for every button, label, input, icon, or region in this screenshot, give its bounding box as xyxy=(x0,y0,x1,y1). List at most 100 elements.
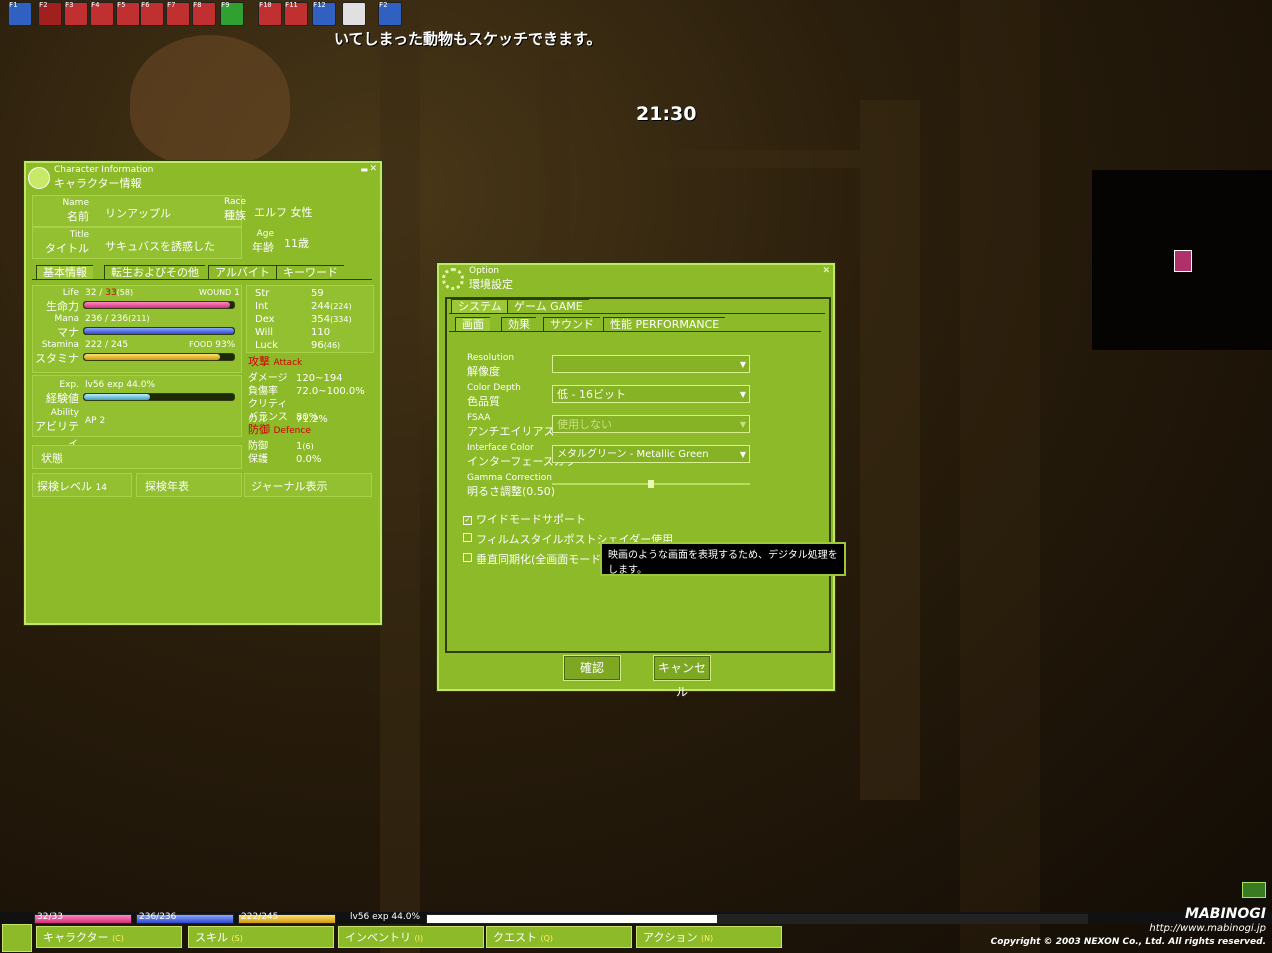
option-checkbox[interactable]: ✓ ワイドモードサポート xyxy=(463,511,586,527)
exp-label: 経験値 xyxy=(46,392,79,405)
ok-button[interactable]: 確認 xyxy=(563,655,621,681)
option-sub-tabs: 画面 効果 サウンド 性能 PERFORMANCE xyxy=(449,317,821,332)
race-label: 種族 xyxy=(224,209,246,222)
hotkey-slot[interactable]: F9 xyxy=(220,1,244,26)
tab-display[interactable]: 画面 xyxy=(455,317,490,331)
hotkey-slot[interactable] xyxy=(342,2,366,26)
window-title: キャラクター情報 xyxy=(54,177,142,190)
main-menu-button[interactable] xyxy=(2,924,32,952)
gamma-label-en: Gamma Correction xyxy=(467,473,552,483)
hotkey-slot[interactable]: F5 xyxy=(116,1,140,26)
hotkey-slot[interactable]: F3 xyxy=(64,1,88,26)
hotkey-slot[interactable]: F4 xyxy=(90,1,114,26)
option-checkbox[interactable]: 垂直同期化(全画面モード xyxy=(463,551,601,567)
explore-year-label: 探検年表 xyxy=(145,480,189,493)
gamma-label: 明るさ調整(0.50) xyxy=(467,485,556,498)
hotkey-slot[interactable]: F7 xyxy=(166,1,190,26)
menu-button[interactable]: クエスト (Q) xyxy=(486,926,632,948)
menu-hotkey: (C) xyxy=(112,934,124,943)
attributes-panel: Str 59 Int 244(224) Dex 354(334) Will 110 Luck 96… xyxy=(246,285,374,353)
hotkey-slot[interactable]: F12 xyxy=(312,1,336,26)
hotkey-number: F8 xyxy=(193,1,202,9)
attack-row: 負傷率 72.0~100.0% xyxy=(248,382,372,397)
explore-year-button[interactable]: 探検年表 xyxy=(136,473,242,497)
hotkey-number: F6 xyxy=(141,1,150,9)
hotkey-slot[interactable]: F2 xyxy=(378,1,402,26)
menu-button[interactable]: インベントリ (I) xyxy=(338,926,484,948)
menu-button[interactable]: アクション (N) xyxy=(636,926,782,948)
stamina-value: 222 / 245 xyxy=(85,340,129,350)
attack-panel: 攻撃 Attack ダメージ 120~194 負傷率 72.0~100.0% クリティカ… xyxy=(248,353,372,425)
ability-label-en: Ability xyxy=(50,408,79,418)
character-info-window[interactable]: Character Information キャラクター情報 ▬ ✕ Name 名… xyxy=(24,161,382,625)
explore-level-label: 探検レベル xyxy=(37,480,92,493)
tab-effects[interactable]: 効果 xyxy=(501,317,536,331)
wound-value: 1 xyxy=(234,288,240,298)
hotkey-number: F12 xyxy=(313,1,326,9)
menu-hotkey: (I) xyxy=(414,934,424,943)
hotkey-slot[interactable]: F1 xyxy=(8,1,32,26)
close-icon[interactable]: ✕ xyxy=(822,266,830,276)
defence-panel: 防御 Defence 防御 1(6) 保護 0.0% xyxy=(248,421,372,465)
journal-button[interactable]: ジャーナル表示 xyxy=(244,473,372,497)
name-label: 名前 xyxy=(67,210,89,223)
hotkey-slot[interactable]: F2 xyxy=(38,1,62,26)
hotkey-slot[interactable]: F11 xyxy=(284,1,308,26)
checkbox-label: ワイドモードサポート xyxy=(476,513,586,526)
mail-icon[interactable] xyxy=(1242,882,1266,898)
menu-hotkey: (S) xyxy=(231,934,243,943)
menu-label: インベントリ xyxy=(345,931,411,944)
option-top-tabs: システム ゲーム GAME xyxy=(449,299,825,314)
mabinogi-logo: MABINOGI xyxy=(1185,906,1266,922)
menu-button[interactable]: スキル (S) xyxy=(188,926,334,948)
checkbox-icon[interactable] xyxy=(463,533,472,542)
color-depth-select[interactable]: 低 - 16ビット ▼ xyxy=(552,385,750,403)
stat-row: Int 244(224) xyxy=(255,301,365,312)
hotkey-number: F9 xyxy=(221,1,230,9)
hotkey-number: F4 xyxy=(91,1,100,9)
bottom-life-bar: 32/33 xyxy=(34,912,132,924)
mana-bar xyxy=(83,327,235,335)
tab-system[interactable]: システム xyxy=(451,299,508,313)
checkbox-label: 垂直同期化(全画面モード xyxy=(476,553,602,566)
cancel-button[interactable]: キャンセル xyxy=(653,655,711,699)
status-label: 状態 xyxy=(41,452,63,465)
tab-performance[interactable]: 性能 PERFORMANCE xyxy=(603,317,726,331)
minimize-icon[interactable]: ▬ xyxy=(360,165,368,174)
attack-row: バランス 80% xyxy=(248,408,372,423)
checkbox-icon[interactable]: ✓ xyxy=(463,516,472,525)
fsaa-value: 使用しない xyxy=(557,418,612,431)
age-label: 年齢 xyxy=(252,241,274,254)
gamma-slider-thumb[interactable] xyxy=(648,480,654,488)
tab-keyword[interactable]: キーワード xyxy=(276,265,344,279)
life-label: 生命力 xyxy=(46,300,79,313)
exp-panel: Exp. 経験値 lv56 exp 44.0% Ability アビリティ AP 2 xyxy=(32,375,242,449)
tab-basic-info[interactable]: 基本情報 xyxy=(36,265,93,279)
stat-sub: (334) xyxy=(330,315,352,324)
age-field: Age 年齢 11歳 xyxy=(244,227,368,257)
hotkey-slot[interactable]: F6 xyxy=(140,1,164,26)
tab-sound[interactable]: サウンド xyxy=(543,317,600,331)
chevron-down-icon: ▼ xyxy=(739,450,746,459)
title-field[interactable]: Title タイトル サキュバスを誘惑した xyxy=(32,227,242,259)
hotkey-number: F5 xyxy=(117,1,126,9)
close-icon[interactable]: ✕ xyxy=(369,164,377,174)
resolution-select[interactable]: ▼ xyxy=(552,355,750,373)
gamma-slider[interactable] xyxy=(552,480,750,488)
hotkey-number: F3 xyxy=(65,1,74,9)
tab-game[interactable]: ゲーム GAME xyxy=(507,299,589,313)
hotkey-number: F11 xyxy=(285,1,298,9)
checkbox-icon[interactable] xyxy=(463,553,472,562)
menu-label: キャラクター xyxy=(43,931,109,944)
interface-color-select[interactable]: メタルグリーン - Metallic Green ▼ xyxy=(552,445,750,463)
menu-button[interactable]: キャラクター (C) xyxy=(36,926,182,948)
stamina-label: スタミナ xyxy=(35,352,79,365)
stat-value: 244 xyxy=(311,301,331,312)
tab-rebirth[interactable]: 転生およびその他 xyxy=(104,265,205,279)
hotkey-slot[interactable]: F8 xyxy=(192,1,216,26)
title-value: サキュバスを誘惑した xyxy=(105,240,215,253)
tab-part-time[interactable]: アルバイト xyxy=(208,265,276,279)
hotkey-slot[interactable]: F10 xyxy=(258,1,282,26)
ability-value: AP 2 xyxy=(85,416,106,426)
option-window[interactable]: Option 環境設定 ✕ システム ゲーム GAME 画面 効果 サウンド 性… xyxy=(437,263,835,699)
